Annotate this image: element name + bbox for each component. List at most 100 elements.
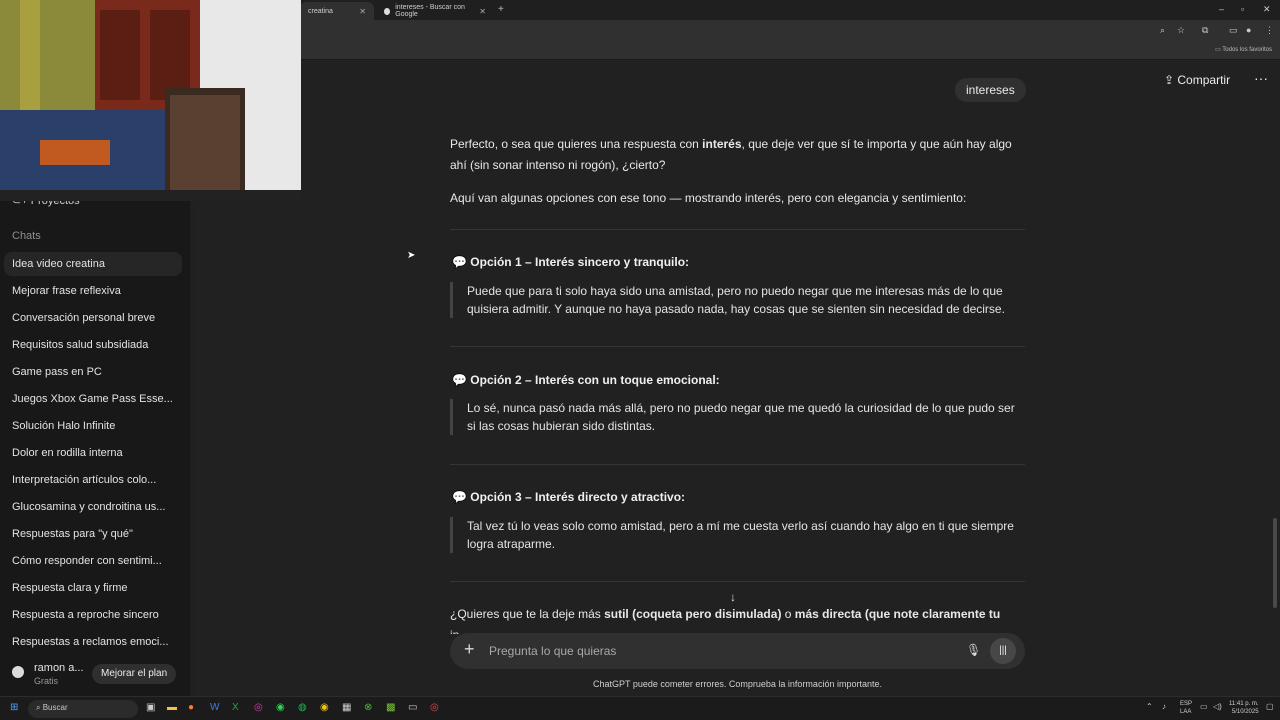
language-indicator[interactable]: ESP LAA [1180,700,1192,716]
share-icon: ⇪ [1164,73,1178,87]
sidebar-chat-item[interactable]: Interpretación artículos colo... [4,468,182,492]
sidebar-chat-item[interactable]: Respuestas para "y qué" [4,522,182,546]
sidebar-chat-item[interactable]: Idea video creatina [4,252,182,276]
sidebar-chat-item[interactable]: Conversación personal breve [4,306,182,330]
minimize-button[interactable]: – [1219,4,1224,14]
time: 11:41 p. m. [1229,701,1259,707]
microphone-icon[interactable]: 🎙 [966,643,981,657]
tab-intereses-google[interactable]: intereses - Buscar con Google ✕ [376,2,494,20]
windows-start-icon[interactable]: ⊞ [10,702,18,713]
assistant-intro-paragraph: Perfecto, o sea que quieres una respuest… [450,134,1030,176]
close-window-button[interactable]: ✕ [1263,4,1271,15]
speech-bubble-icon: 💬 [452,490,467,504]
option-3-quote: Tal vez tú lo veas solo como amistad, pe… [450,517,1020,553]
sidebar-chat-item[interactable]: Cómo responder con sentimi... [4,549,182,573]
chrome-icon[interactable]: ◉ [320,702,329,713]
network-icon[interactable]: ▭ [1200,702,1208,711]
user-message-bubble: intereses [955,78,1026,102]
closing-text: in [450,628,459,634]
option-2-title: 💬 Opción 2 – Interés con un toque emocio… [452,373,720,387]
spotify-icon[interactable]: ◍ [298,702,307,713]
profile-icon[interactable]: ● [1246,25,1251,35]
sidebar-chat-item[interactable]: Mejorar frase reflexiva [4,279,182,303]
scroll-down-button[interactable]: ↓ [730,590,736,604]
option-title-text: Opción 2 – Interés con un toque emociona… [470,373,720,387]
taskbar-search[interactable]: ⌕ Buscar [28,700,138,718]
app-icon[interactable]: ▭ [408,702,417,713]
disclaimer-text: ChatGPT puede cometer errores. Comprueba… [593,679,882,689]
excel-icon[interactable]: X [232,702,239,713]
prompt-input[interactable]: Pregunta lo que quieras [489,644,616,658]
upgrade-plan-button[interactable]: Mejorar el plan [92,664,177,684]
add-attachment-button[interactable]: + [464,639,475,660]
minecraft-icon[interactable]: ▩ [386,702,395,713]
star-icon[interactable]: ☆ [1177,25,1185,36]
bookmarks-label: Todos los favoritos [1222,47,1272,53]
speech-bubble-icon: 💬 [452,373,467,387]
user-plan: Gratis [34,676,59,686]
sidebar-chat-item[interactable]: Dolor en rodilla interna [4,441,182,465]
sidebar-chat-item[interactable]: Respuesta a reproche sincero [4,603,182,627]
google-icon [384,7,391,15]
firefox-icon[interactable]: ● [188,702,194,713]
tab-creatina[interactable]: creatina ✕ [300,2,374,20]
instagram-icon[interactable]: ◎ [254,702,263,713]
notifications-icon[interactable]: ▢ [1266,702,1274,711]
scrollbar-thumb[interactable] [1273,518,1277,608]
clock[interactable]: 11:41 p. m. 5/10/2025 [1229,700,1259,716]
assistant-closing-question: ¿Quieres que te la deje más sutil (coque… [450,604,1030,634]
tab-label: intereses - Buscar con Google [395,4,465,18]
intro-bold: interés [702,137,742,151]
user-account[interactable]: ramon a... Gratis Mejorar el plan [0,656,190,696]
option-1-quote: Puede que para ti solo haya sido una ami… [450,282,1020,318]
lang-bottom: LAA [1180,709,1192,715]
file-explorer-icon[interactable]: ▬ [167,702,177,713]
menu-icon[interactable]: ⋮ [1265,25,1274,36]
closing-text: o [781,607,795,621]
word-icon[interactable]: W [210,702,219,713]
zoom-icon[interactable]: ⌕ [1160,25,1165,36]
maximize-button[interactable]: ▫ [1241,4,1244,14]
windows-taskbar: ⊞ ⌕ Buscar ▣ ▬ ● W X ◎ ◉ ◍ ◉ ▦ ⊗ ▩ ▭ ◎ ⌃… [0,696,1280,720]
sidebar-chat-item[interactable]: Solución Halo Infinite [4,414,182,438]
main-scrollbar[interactable] [1272,60,1278,696]
sidebar-chat-item[interactable]: Respuesta clara y firme [4,576,182,600]
search-label: Buscar [42,703,68,712]
new-tab-button[interactable]: + [498,4,504,15]
closing-text: ¿Quieres que te la deje más [450,607,605,621]
message-composer[interactable]: + Pregunta lo que quieras 🎙 ||| [450,633,1025,669]
intro-text: Perfecto, o sea que quieres una respuest… [450,137,703,151]
tray-mic-icon[interactable]: ♪ [1162,702,1166,711]
assistant-intro-paragraph-2: Aquí van algunas opciones con ese tono —… [450,191,967,205]
xbox-icon[interactable]: ⊗ [364,702,372,713]
option-1-title: 💬 Opción 1 – Interés sincero y tranquilo… [452,255,689,269]
volume-icon[interactable]: ◁) [1213,702,1222,711]
sidebar-chat-item[interactable]: Game pass en PC [4,360,182,384]
sidebar-chat-item[interactable]: Requisitos salud subsidiada [4,333,182,357]
extensions-icon[interactable]: ⧉ [1202,25,1208,36]
sidebar-chat-item[interactable]: Respuestas a reclamos emoci... [4,630,182,654]
sidebar-chat-item[interactable]: Glucosamina y condroitina us... [4,495,182,519]
user-name: ramon a... [34,662,84,674]
store-icon[interactable]: ▦ [342,702,351,713]
sidebar-chat-item[interactable]: Juegos Xbox Game Pass Esse... [4,387,182,411]
more-options-button[interactable]: ··· [1254,70,1268,86]
close-icon[interactable]: ✕ [359,7,366,16]
close-icon[interactable]: ✕ [479,7,486,16]
all-bookmarks-link[interactable]: ▭ Todos los favoritos [1215,46,1272,53]
option-2-quote: Lo sé, nunca pasó nada más allá, pero no… [450,399,1020,435]
whatsapp-icon[interactable]: ◉ [276,702,285,713]
voice-mode-icon[interactable]: ||| [990,638,1016,664]
task-view-icon[interactable]: ▣ [146,702,155,713]
tab-label: creatina [308,7,333,15]
share-button[interactable]: ⇪ Compartir [1164,73,1230,87]
webcam-image [0,0,301,201]
tray-chevron-icon[interactable]: ⌃ [1146,702,1153,711]
speech-bubble-icon: 💬 [452,255,467,269]
lang-top: ESP [1180,701,1193,707]
avatar[interactable] [12,666,24,678]
cast-icon[interactable]: ▭ [1229,25,1238,36]
app-red-icon[interactable]: ◎ [430,702,439,713]
search-icon: ⌕ [36,703,43,712]
option-title-text: Opción 3 – Interés directo y atractivo: [470,490,686,504]
